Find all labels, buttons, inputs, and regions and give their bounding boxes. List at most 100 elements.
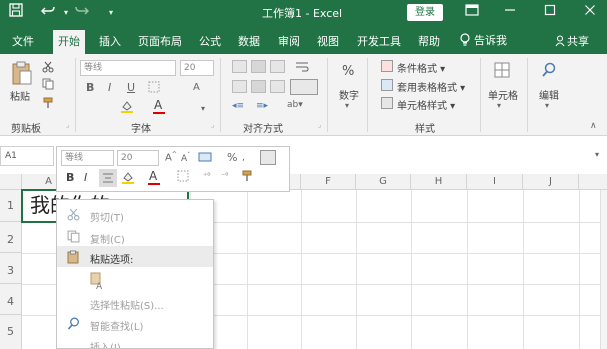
conditional-format-icon[interactable] bbox=[381, 60, 393, 72]
context-menu-smart-lookup[interactable]: 智能查找(L) bbox=[57, 313, 213, 334]
mini-font-size-combo[interactable]: 20 bbox=[117, 150, 159, 166]
cell-styles-icon[interactable] bbox=[381, 97, 393, 109]
paste-icon[interactable] bbox=[11, 60, 33, 89]
mini-center-align-button[interactable] bbox=[99, 169, 117, 187]
row-header-5[interactable]: 5 bbox=[0, 315, 22, 349]
collapse-ribbon-icon[interactable]: ∧ bbox=[590, 121, 597, 131]
restore-icon[interactable] bbox=[540, 3, 560, 23]
number-format-icon[interactable]: % bbox=[342, 64, 354, 79]
cell-styles-button[interactable]: 单元格样式 ▾ bbox=[397, 97, 455, 112]
column-header-k[interactable] bbox=[579, 174, 607, 190]
column-header-g[interactable]: G bbox=[356, 174, 411, 190]
decrease-indent-icon[interactable]: ◂≡ bbox=[232, 101, 244, 111]
increase-indent-icon[interactable]: ≡▸ bbox=[256, 101, 268, 111]
select-all-corner[interactable] bbox=[0, 174, 22, 190]
number-dropdown-icon[interactable]: ▾ bbox=[345, 101, 349, 110]
bold-button[interactable]: B bbox=[86, 81, 94, 94]
tab-page-layout[interactable]: 页面布局 bbox=[138, 33, 182, 49]
font-more-icon[interactable]: ▾ bbox=[201, 104, 205, 113]
editing-button[interactable]: 编辑 bbox=[539, 87, 559, 102]
mini-bold-button[interactable]: B bbox=[66, 171, 74, 184]
orientation-icon[interactable]: ab▾ bbox=[287, 100, 303, 110]
close-icon[interactable] bbox=[580, 3, 600, 23]
row-header-1[interactable]: 1 bbox=[0, 190, 22, 222]
tab-home[interactable]: 开始 bbox=[53, 30, 85, 54]
editing-dropdown-icon[interactable]: ▾ bbox=[545, 101, 549, 110]
mini-increase-decimal-icon[interactable]: ⁺⁰ bbox=[203, 171, 210, 180]
row-header-3[interactable]: 3 bbox=[0, 253, 22, 284]
tab-developer[interactable]: 开发工具 bbox=[357, 33, 401, 49]
copy-icon[interactable] bbox=[42, 78, 54, 93]
tab-insert[interactable]: 插入 bbox=[99, 33, 121, 49]
context-menu-copy[interactable]: 复制(C) bbox=[57, 226, 213, 247]
wrap-text-icon[interactable] bbox=[295, 60, 309, 75]
mini-fill-color-icon[interactable] bbox=[121, 170, 135, 187]
align-middle-button[interactable] bbox=[251, 60, 266, 73]
column-header-j[interactable]: J bbox=[523, 174, 579, 190]
align-left-button[interactable] bbox=[232, 80, 247, 93]
font-launcher-icon[interactable]: ⌟ bbox=[211, 121, 214, 129]
expand-formula-icon[interactable]: ▾ bbox=[595, 150, 599, 159]
customize-qat-icon[interactable]: ▾ bbox=[101, 3, 121, 23]
redo-icon[interactable] bbox=[72, 3, 92, 23]
find-icon[interactable] bbox=[541, 62, 557, 81]
context-menu-cut[interactable]: 剪切(T) bbox=[57, 204, 213, 225]
column-header-h[interactable]: H bbox=[411, 174, 467, 190]
tab-data[interactable]: 数据 bbox=[238, 33, 260, 49]
mini-font-color-button[interactable]: A bbox=[148, 169, 160, 185]
mini-italic-button[interactable]: I bbox=[84, 171, 87, 184]
table-format-icon[interactable] bbox=[381, 79, 393, 91]
login-button[interactable]: 登录 bbox=[407, 4, 443, 21]
mini-comma-icon[interactable]: , bbox=[242, 153, 245, 163]
tab-file[interactable]: 文件 bbox=[12, 33, 34, 49]
name-box[interactable]: A1 bbox=[0, 146, 54, 166]
clipboard-launcher-icon[interactable]: ⌟ bbox=[66, 121, 69, 129]
row-header-4[interactable]: 4 bbox=[0, 284, 22, 315]
row-header-2[interactable]: 2 bbox=[0, 222, 22, 253]
column-header-f[interactable]: F bbox=[301, 174, 356, 190]
cells-button[interactable]: 单元格 bbox=[488, 87, 518, 102]
cells-dropdown-icon[interactable]: ▾ bbox=[497, 101, 501, 110]
cut-icon[interactable] bbox=[42, 61, 54, 76]
save-icon[interactable] bbox=[6, 3, 26, 23]
alignment-launcher-icon[interactable]: ⌟ bbox=[318, 121, 321, 129]
context-menu-paste-options[interactable]: 粘贴选项: bbox=[57, 246, 213, 267]
tab-help[interactable]: 帮助 bbox=[418, 33, 440, 49]
align-center-button[interactable] bbox=[251, 80, 266, 93]
mini-borders-icon[interactable] bbox=[260, 150, 276, 165]
column-header-i[interactable]: I bbox=[467, 174, 523, 190]
font-name-combo[interactable]: 等线 bbox=[80, 60, 176, 76]
number-group-button[interactable]: 数字 bbox=[339, 87, 359, 102]
font-size-combo[interactable]: 20 bbox=[180, 60, 214, 76]
tab-review[interactable]: 审阅 bbox=[278, 33, 300, 49]
paste-option-values-button[interactable]: A bbox=[88, 272, 106, 292]
mini-font-name-combo[interactable]: 等线 bbox=[61, 150, 114, 166]
fill-color-icon[interactable] bbox=[120, 99, 134, 116]
mini-percent-icon[interactable]: % bbox=[227, 151, 237, 164]
mini-borders-small-icon[interactable] bbox=[177, 170, 189, 185]
tell-me-search[interactable]: 告诉我 bbox=[460, 32, 507, 50]
align-bottom-button[interactable] bbox=[270, 60, 285, 73]
cells-icon[interactable] bbox=[494, 62, 510, 81]
table-format-button[interactable]: 套用表格格式 ▾ bbox=[397, 79, 465, 94]
underline-button[interactable]: U bbox=[127, 81, 135, 94]
tab-view[interactable]: 视图 bbox=[317, 33, 339, 49]
merge-center-button[interactable] bbox=[290, 79, 318, 95]
font-color-button[interactable]: A bbox=[153, 98, 165, 114]
ribbon-display-options-icon[interactable] bbox=[462, 3, 482, 23]
tab-formulas[interactable]: 公式 bbox=[199, 33, 221, 49]
format-painter-icon[interactable] bbox=[42, 97, 54, 112]
increase-font-icon[interactable]: A bbox=[193, 82, 200, 93]
vertical-scrollbar[interactable] bbox=[600, 190, 607, 349]
italic-button[interactable]: I bbox=[108, 81, 111, 94]
conditional-format-button[interactable]: 条件格式 ▾ bbox=[397, 60, 445, 75]
align-right-button[interactable] bbox=[270, 80, 285, 93]
borders-icon[interactable] bbox=[148, 81, 160, 96]
align-top-button[interactable] bbox=[232, 60, 247, 73]
paste-label[interactable]: 粘贴 bbox=[10, 88, 30, 103]
context-menu-paste-special[interactable]: 选择性粘贴(S)... bbox=[57, 292, 213, 313]
mini-decrease-decimal-icon[interactable]: ⁻⁰ bbox=[221, 171, 228, 180]
mini-increase-font-icon[interactable]: A^ bbox=[165, 151, 177, 163]
share-button[interactable]: 共享 bbox=[555, 33, 589, 50]
context-menu-insert[interactable]: 插入(I) bbox=[57, 334, 213, 348]
